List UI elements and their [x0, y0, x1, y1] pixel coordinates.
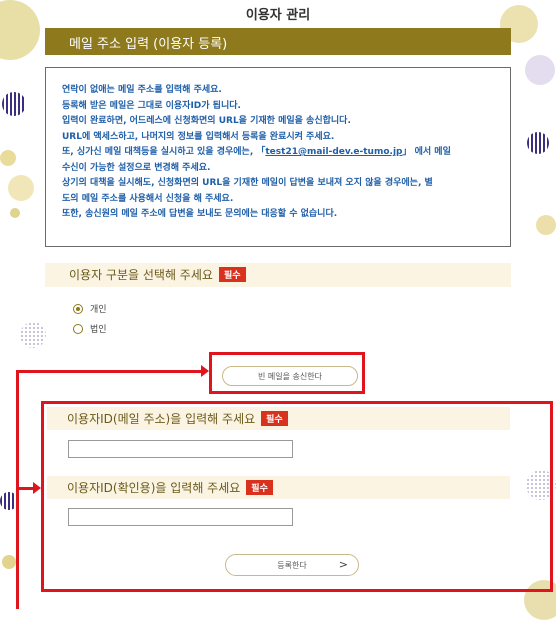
required-badge: 필수 — [218, 267, 246, 282]
decor-circle — [0, 150, 16, 166]
decor-circle — [525, 55, 555, 85]
sender-email-link[interactable]: test21@mail-dev.e-tumo.jp — [265, 147, 402, 157]
decor-striped-circle — [2, 92, 26, 116]
radio-button[interactable] — [73, 303, 83, 314]
decor-circle — [8, 175, 34, 201]
info-line: 도의 메일 주소를 사용해서 신청을 해 주세요. — [62, 193, 234, 204]
info-line: 등록해 받은 메일은 그대로 이용자ID가 됩니다. — [62, 100, 241, 111]
decor-striped-circle — [527, 132, 549, 154]
radio-corporate[interactable]: 법인 — [73, 322, 107, 335]
info-line: 상기의 대책을 실시해도, 신청화면의 URL을 기재한 메일이 답변을 보내져… — [62, 178, 433, 188]
radio-button[interactable] — [73, 323, 83, 334]
info-line-suffix: 」 에서 메일 — [402, 147, 451, 157]
info-line: 또한, 송신원의 메일 주소에 답변을 보내도 문의에는 대응할 수 없습니다. — [62, 209, 338, 219]
annotation-line-mid — [16, 487, 33, 490]
decor-circle — [2, 555, 16, 569]
radio-label: 법인 — [90, 325, 107, 335]
annotation-arrow-right-icon — [33, 482, 41, 494]
user-type-heading: 이용자 구분을 선택해 주세요 필수 — [45, 263, 511, 287]
radio-individual[interactable]: 개인 — [73, 302, 107, 315]
info-line: URL에 액세스하고, 나머지의 정보를 입력해서 등록을 완료시켜 주세요. — [62, 131, 335, 142]
user-type-label: 이용자 구분을 선택해 주세요 — [69, 268, 213, 282]
annotation-line-top — [16, 370, 202, 373]
info-notice-box: 연락이 없애는 메일 주소를 입력해 주세요. 등록해 받은 메일은 그대로 이… — [45, 67, 511, 247]
section-title-bar: 메일 주소 입력 (이용자 등록) — [45, 28, 511, 55]
decor-dotted-circle — [20, 322, 46, 348]
section-title: 메일 주소 입력 (이용자 등록) — [69, 37, 228, 52]
decor-circle — [536, 215, 556, 235]
info-line-email: 또, 싱가신 메일 대책등을 실시하고 있을 경우에는, 「test21@mai… — [62, 145, 496, 161]
info-line-prefix: 또, 싱가신 메일 대책등을 실시하고 있을 경우에는, 「 — [62, 147, 266, 157]
radio-label: 개인 — [90, 305, 107, 315]
annotation-arrow-right-icon — [201, 365, 209, 377]
info-line: 입력이 완료하면, 어드레스에 신청화면의 URL을 기재한 메일을 송신합니다… — [62, 116, 351, 126]
decor-circle — [10, 208, 20, 218]
annotation-highlight-send-button — [209, 352, 365, 394]
info-line: 연락이 없애는 메일 주소를 입력해 주세요. — [62, 85, 222, 95]
page-title: 이용자 관리 — [245, 8, 311, 23]
annotation-highlight-form — [41, 401, 553, 592]
annotation-line-vertical — [16, 371, 19, 609]
info-line: 수신이 가능한 설정으로 변경해 주세요. — [62, 162, 211, 173]
